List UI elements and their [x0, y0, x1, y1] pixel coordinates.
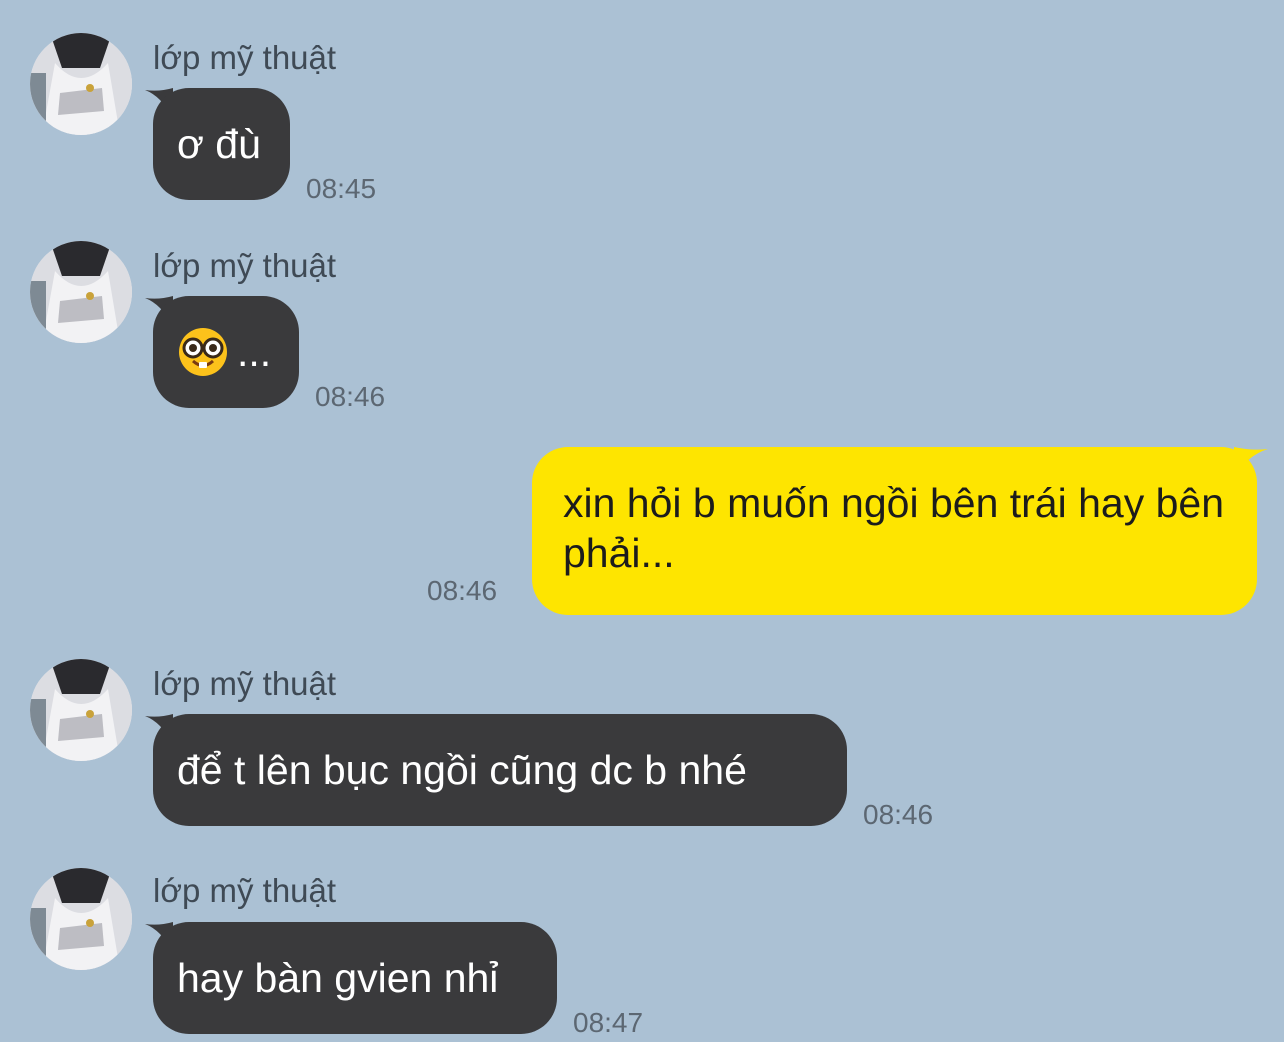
sender-name: lớp mỹ thuật — [153, 665, 337, 702]
sender-avatar[interactable] — [30, 868, 132, 970]
message-text: hay bàn gvien nhỉ — [177, 955, 499, 1001]
sender-avatar[interactable] — [30, 659, 132, 761]
message-bubble[interactable]: ... — [153, 296, 299, 408]
message-bubble[interactable]: để t lên bục ngồi cũng dc b nhé — [153, 714, 847, 826]
sender-name: lớp mỹ thuật — [153, 872, 337, 909]
sender-avatar[interactable] — [30, 33, 132, 135]
message-text: ơ đù — [177, 121, 261, 167]
bubble-tail — [1234, 447, 1268, 477]
message-bubble-outgoing[interactable]: xin hỏi b muốn ngồi bên trái hay bên phả… — [532, 447, 1257, 615]
message-time: 08:45 — [306, 173, 377, 204]
sender-name: lớp mỹ thuật — [153, 247, 337, 284]
message-time: 08:46 — [315, 381, 386, 412]
chat-window: lớp mỹ thuật ơ đù 08:45 lớp mỹ thuật ...… — [0, 0, 1284, 1042]
sender-name: lớp mỹ thuật — [153, 39, 337, 76]
message-bubble[interactable]: ơ đù — [153, 88, 290, 200]
message-time: 08:46 — [863, 799, 934, 830]
message-time: 08:46 — [427, 575, 498, 606]
nerd-face-emoji — [177, 326, 229, 378]
message-text: xin hỏi b muốn ngồi bên trái hay bên phả… — [563, 480, 1225, 576]
message-text: ... — [237, 329, 272, 375]
message-text: để t lên bục ngồi cũng dc b nhé — [177, 747, 747, 793]
message-time: 08:47 — [573, 1007, 644, 1038]
sender-avatar[interactable] — [30, 241, 132, 343]
message-bubble[interactable]: hay bàn gvien nhỉ — [153, 922, 557, 1034]
